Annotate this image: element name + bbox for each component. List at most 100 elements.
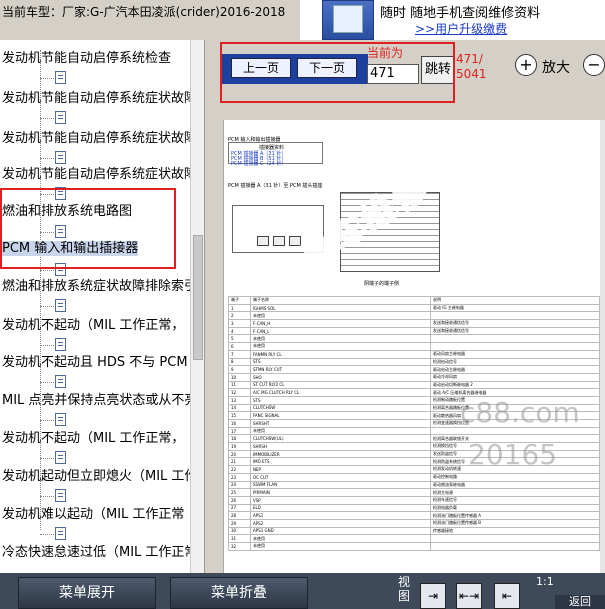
table-cell: 20 xyxy=(228,449,251,459)
document-icon[interactable] xyxy=(55,489,66,502)
tree-item[interactable]: MIL 点亮并保持点亮状态或从不亮 xyxy=(2,392,190,410)
document-icon[interactable] xyxy=(55,151,66,164)
column-header: 端子 xyxy=(228,296,251,305)
document-icon[interactable] xyxy=(55,299,66,312)
zoom-out-icon[interactable]: − xyxy=(583,54,605,76)
table-cell: 9 xyxy=(228,365,251,374)
table-cell: 驱动风扇主继电器 xyxy=(430,349,600,359)
table-cell: OC CUT xyxy=(250,472,431,482)
tree-item-label: 发动机起动但立即熄火（MIL 工作 xyxy=(2,469,190,484)
car-model-label: 当前车型：厂家:G-广汽本田凌派(crider)2016-2018 xyxy=(0,0,300,40)
tree-item[interactable]: 冷态快速怠速过低（MIL 工作正常 xyxy=(2,544,190,562)
page-current: 471/ xyxy=(456,52,483,66)
table-row: 31 未使用 xyxy=(228,534,600,543)
tree-item-label: 发动机不起动（MIL 工作正常， xyxy=(2,318,185,333)
table-cell: APS2 xyxy=(250,518,431,528)
table-row: 29 APS2 检测油门踏板位置传感器 B xyxy=(228,518,600,528)
tree-item-label: 发动机不起动且 HDS 不与 PCM xyxy=(2,355,188,370)
table-cell: 未使用 xyxy=(250,311,431,321)
tree-item[interactable]: 燃油和排放系统症状故障排除索引 xyxy=(2,278,190,296)
tree-item[interactable]: 发动机节能自动启停系统症状故障 xyxy=(2,130,190,148)
table-row: 7 FANMN RLY CL 驱动风扇主继电器 xyxy=(228,349,600,359)
table-cell xyxy=(430,542,600,551)
table-row: 3 F-CAN_H 发送和接收通信信号 xyxy=(228,319,600,328)
table-cell: 1 xyxy=(228,303,251,313)
zoom-in-icon[interactable]: + xyxy=(515,54,537,76)
promo-banner[interactable]: 随时 随地手机查阅维修资料 >>用户升级缴费 xyxy=(300,0,605,40)
table-cell: 18 xyxy=(228,434,251,444)
tree-item[interactable]: 发动机节能自动启停系统检查 xyxy=(2,50,171,68)
tree-item[interactable]: 发动机难以起动（MIL 工作正常 xyxy=(2,506,184,524)
app-window: 当前车型：厂家:G-广汽本田凌派(crider)2016-2018 随时 随地手… xyxy=(0,0,605,609)
table-row: 26 VSP 检测车速信号 xyxy=(228,495,600,505)
tree-item[interactable]: 发动机不起动（MIL 工作正常， xyxy=(2,430,184,448)
return-button[interactable]: 返回 xyxy=(555,595,605,609)
zoom-in-label[interactable]: 放大 xyxy=(542,57,570,77)
table-cell: STS xyxy=(250,357,431,367)
watermark-number: 20165 xyxy=(468,438,558,471)
fit-both-icon[interactable]: ⇤⇥ xyxy=(456,583,482,609)
table-cell: 未使用 xyxy=(250,342,431,351)
table-row: 10 SHO 驱动冷却风扇 xyxy=(228,372,600,382)
connector-index-table: 插接器资料 PCM 插接器 A（31 针） PCM 插接器 B（51 针） PC… xyxy=(228,142,323,167)
document-icon[interactable] xyxy=(55,375,66,388)
document-icon[interactable] xyxy=(55,527,66,540)
tree-item[interactable]: 发动机节能自动启停系统症状故障 xyxy=(2,90,190,108)
table-cell: APS1 GND xyxy=(250,526,431,536)
table-cell: 检测主电源 xyxy=(430,488,600,497)
view-label: 视图 xyxy=(398,575,411,603)
table-cell: 发送和接收通信信号 xyxy=(430,319,600,328)
table-cell: 24 xyxy=(228,480,251,490)
tree-item[interactable]: 发动机不起动（MIL 工作正常， xyxy=(2,317,184,335)
table-cell: 未使用 xyxy=(250,534,431,543)
table-cell: 10 xyxy=(228,372,251,382)
tree-item-label: 发动机节能自动启停系统症状故障 xyxy=(2,131,190,146)
tree-scroll-thumb[interactable] xyxy=(193,235,203,360)
connector-c-link[interactable]: PCM 插接器 C（24 针） xyxy=(231,160,286,167)
table-cell: 驱动控制电路 xyxy=(430,472,600,482)
tree-item-label: 发动机节能自动启停系统症状故障 xyxy=(2,167,190,182)
document-scrollbar[interactable] xyxy=(600,120,605,573)
tree-line xyxy=(40,534,54,535)
tree-item[interactable]: 发动机不起动且 HDS 不与 PCM xyxy=(2,354,188,372)
table-cell: F-CAN_H xyxy=(250,319,431,328)
table-cell xyxy=(430,334,600,344)
tree-line xyxy=(40,382,54,383)
fit-width-icon[interactable]: ⇥ xyxy=(420,583,446,609)
tree-item[interactable]: 发动机起动但立即熄火（MIL 工作 xyxy=(2,468,190,486)
tree-item-label: 冷态快速怠速过低（MIL 工作正常 xyxy=(2,545,190,560)
table-row: 6 未使用 xyxy=(228,342,600,351)
connector-pin xyxy=(273,236,285,246)
table-row: 9 STMN RLY CUT 驱动启动主继电器 xyxy=(228,365,600,374)
table-cell: 17 xyxy=(228,426,251,436)
menu-tree: 发动机节能自动启停系统检查 发动机节能自动启停系统症状故障 发动机节能自动启停系… xyxy=(0,40,205,573)
document-icon[interactable] xyxy=(55,413,66,426)
document-icon[interactable] xyxy=(55,71,66,84)
tree-item[interactable]: 发动机节能自动启停系统症状故障 xyxy=(2,166,190,184)
table-cell: 发送和接收通信信号 xyxy=(430,326,600,336)
document-icon[interactable] xyxy=(55,111,66,124)
ratio-label: 1:1 xyxy=(536,575,554,588)
upgrade-link[interactable]: >>用户升级缴费 xyxy=(415,20,507,37)
table-row: 2 未使用 xyxy=(228,311,600,321)
tree-scrollbar[interactable] xyxy=(190,40,204,573)
table-cell: 8 xyxy=(228,357,251,367)
document-icon[interactable] xyxy=(55,338,66,351)
table-row: 32 未使用 xyxy=(228,542,600,551)
table-cell: 12 xyxy=(228,388,251,397)
fit-left-icon[interactable]: ⇤ xyxy=(494,583,520,609)
menu-expand-button[interactable]: 菜单展开 xyxy=(18,577,156,609)
viewer-area: 上一页 下一页 当前为 471 跳转 471/ 5041 + 放大 − PCM … xyxy=(205,40,605,573)
tree-line xyxy=(40,420,54,421)
menu-collapse-button[interactable]: 菜单折叠 xyxy=(170,577,308,609)
table-cell: 25 xyxy=(228,488,251,497)
table-cell: STMN RLY CUT xyxy=(250,365,431,374)
watermark-url: c88.com xyxy=(460,396,580,429)
table-cell xyxy=(430,311,600,321)
table-cell: CLUTCHSW(UL) xyxy=(250,434,431,444)
table-cell: 13 xyxy=(228,395,251,405)
table-cell: A/C MG CLUTCH RLY CL xyxy=(250,388,431,397)
table-cell: 28 xyxy=(228,511,251,520)
tree-line xyxy=(40,270,54,271)
document-icon[interactable] xyxy=(55,451,66,464)
